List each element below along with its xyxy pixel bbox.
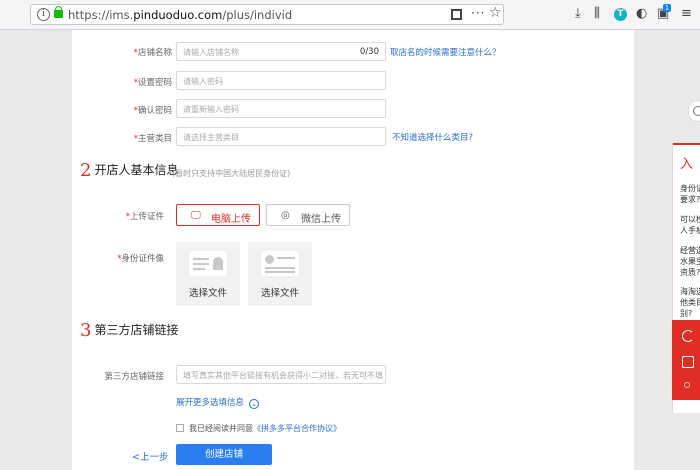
char-counter: 0/30 [359, 47, 379, 57]
third-party-link-input[interactable]: 填写真实其他平台链接有机会获得小二对接，若无可不填 [176, 365, 386, 384]
qr-code-icon[interactable] [451, 9, 462, 20]
faq-item[interactable]: 身份证要求? [680, 183, 700, 205]
agreement-link[interactable]: 《拼多多平台合作协议》 [253, 424, 341, 433]
store-name-label: *店铺名称 [133, 48, 172, 58]
pc-upload-button[interactable]: 🖵 电脑上传 [176, 204, 260, 226]
edit-icon[interactable] [682, 356, 694, 368]
upload-label: *上传证件 [125, 212, 164, 222]
help-action-bar [672, 320, 700, 400]
lock-icon [54, 6, 63, 18]
faq-item[interactable]: 经营选水果生资质? [680, 245, 700, 278]
id-card-front-icon [189, 251, 227, 276]
section-2-subtitle: (暂时只支持中国大陆居民身份证) [172, 169, 291, 178]
wechat-upload-button[interactable]: ◎ 微信上传 [266, 204, 350, 226]
monitor-icon: 🖵 [191, 210, 201, 221]
faq-item[interactable]: 海淘选他类目别? [680, 286, 700, 319]
section-3-title: 3 第三方店铺链接 [80, 320, 179, 341]
store-name-help-link[interactable]: 取店名的时候需要注意什么？ [390, 46, 501, 58]
notification-badge: 1 [663, 4, 671, 12]
prev-step-link[interactable]: <上一步 [132, 449, 168, 463]
menu-icon[interactable]: ≡ [681, 6, 692, 21]
category-select[interactable]: 请选择主营类目 [176, 127, 386, 146]
more-icon[interactable]: ··· [471, 6, 485, 20]
category-help-link[interactable]: 不知道选择什么类目? [392, 131, 473, 143]
agreement-row[interactable]: 我已经阅读并同意《拼多多平台合作协议》 [176, 423, 341, 434]
agree-checkbox[interactable] [176, 424, 184, 432]
download-icon[interactable]: ⤓ [575, 6, 581, 21]
library-icon[interactable]: ⫼ [594, 6, 600, 21]
wechat-icon: ◎ [281, 210, 290, 221]
id-back-upload[interactable]: 选择文件 [248, 242, 312, 306]
section-2-title: 2 开店人基本信息 [80, 160, 179, 181]
info-icon[interactable]: i [37, 8, 50, 21]
expand-more-link[interactable]: 展开更多选填信息 ⌄ [176, 396, 260, 409]
extension-t-icon[interactable]: T [614, 8, 627, 21]
confirm-password-input[interactable]: 请重新输入密码 [176, 99, 386, 118]
register-form-page: *店铺名称 请输入店铺名称 0/30 取店名的时候需要注意什么？ *设置密码 请… [72, 30, 634, 470]
help-panel-header: 入 [673, 143, 700, 177]
third-party-link-label: 第三方店铺链接 [104, 372, 164, 382]
url-text[interactable]: https://ims.pinduoduo.com/plus/individ [68, 8, 292, 22]
password-label: *设置密码 [133, 78, 172, 88]
id-front-upload[interactable]: 选择文件 [176, 242, 240, 306]
category-label: *主营类目 [133, 134, 172, 144]
faq-item[interactable]: 可以榜人手机 [680, 214, 700, 236]
chevron-down-icon: ⌄ [249, 399, 260, 409]
extension-shield-icon[interactable]: ◐ [636, 6, 647, 21]
id-photo-label: *身份证件像 [117, 254, 164, 264]
refresh-icon[interactable] [682, 330, 694, 342]
store-name-input[interactable]: 请输入店铺名称 0/30 [176, 42, 386, 61]
id-card-back-icon [261, 251, 299, 276]
bookmark-star-icon[interactable]: ☆ [489, 5, 502, 21]
settings-icon[interactable] [684, 382, 690, 388]
create-store-button[interactable]: 创建店铺 [176, 444, 272, 465]
password-input[interactable]: 请输入密码 [176, 71, 386, 90]
address-bar[interactable]: i https://ims.pinduoduo.com/plus/individ… [30, 4, 504, 25]
avatar[interactable] [688, 100, 700, 122]
confirm-password-label: *确认密码 [133, 106, 172, 116]
browser-toolbar: i https://ims.pinduoduo.com/plus/individ… [0, 0, 700, 30]
